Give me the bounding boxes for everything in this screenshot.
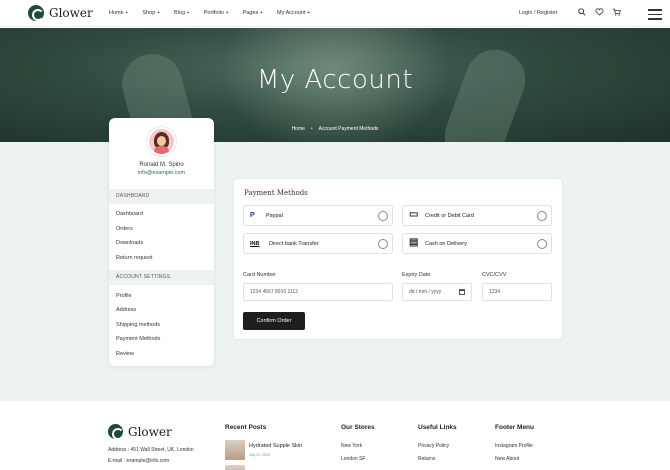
useful-links-heading: Useful Links: [418, 424, 457, 431]
footer-address: Address : 451 Wall Street, UK, London: [108, 447, 194, 453]
avatar: [147, 127, 176, 156]
sidebar-item-address[interactable]: Address: [116, 307, 136, 313]
card-radio[interactable]: [537, 211, 547, 221]
nav-home[interactable]: Home +: [109, 10, 128, 16]
bank-icon: INB: [250, 241, 260, 247]
bank-radio[interactable]: [378, 239, 388, 249]
our-stores-heading: Our Stores: [341, 424, 375, 431]
nav-shop[interactable]: Shop +: [142, 10, 160, 16]
sidebar-item-return-request[interactable]: Return request: [116, 255, 152, 261]
paypal-icon: P: [250, 212, 255, 219]
logo-icon: [28, 5, 44, 21]
sidebar-item-orders[interactable]: Orders: [116, 226, 133, 232]
breadcrumb: Home • Account Payment Methods: [291, 126, 379, 132]
expiry-date-field[interactable]: dd / mm / yyyy: [402, 283, 472, 301]
post-date: July 21, 2023: [249, 453, 270, 457]
payment-option-cash[interactable]: ▤ Cash on Delivery: [402, 233, 552, 254]
sidebar-item-payment-methods[interactable]: Payment Methods: [116, 336, 160, 342]
post-title[interactable]: Hydrated Supple Skin: [249, 443, 302, 449]
sidebar-item-profile[interactable]: Profile: [116, 293, 132, 299]
user-email[interactable]: info@example.com: [109, 170, 214, 176]
cvc-field[interactable]: 1234: [482, 283, 552, 301]
cash-radio[interactable]: [537, 239, 547, 249]
page-title: My Account: [256, 65, 414, 95]
payment-option-card[interactable]: ▭ Credit or Debit Card: [402, 205, 552, 226]
sidebar-item-review[interactable]: Review: [116, 351, 134, 357]
card-number-label: Card Number: [243, 272, 277, 278]
sidebar-item-shipping-methods[interactable]: Shipping methods: [116, 322, 160, 328]
main-nav: Home + Shop + Blog + Portfolio + Pages +…: [109, 10, 324, 16]
sidebar-item-dashboard[interactable]: Dashboard: [116, 211, 143, 217]
payment-option-paypal[interactable]: P Paypal: [243, 205, 393, 226]
nav-blog[interactable]: Blog +: [174, 10, 190, 16]
brand-logo[interactable]: Glower: [28, 5, 93, 21]
nav-pages[interactable]: Pages +: [243, 10, 263, 16]
expiry-date-label: Expiry Date: [402, 272, 431, 278]
card-number-field[interactable]: 1234 4567 8910 1112: [243, 283, 393, 301]
paypal-radio[interactable]: [378, 211, 388, 221]
account-sidebar: Ronald M. Spino info@example.com DASHBOA…: [109, 118, 214, 366]
dashboard-heading: DASHBOARD: [109, 189, 214, 204]
nav-my-account[interactable]: My Account +: [277, 10, 310, 16]
menu-icon[interactable]: [648, 9, 662, 23]
calendar-icon[interactable]: [459, 289, 465, 295]
cart-icon[interactable]: [611, 8, 621, 18]
footer-menu-heading: Footer Menu: [495, 424, 534, 431]
footer-email: E-mail : example@info.com: [108, 458, 170, 464]
breadcrumb-home[interactable]: Home: [292, 126, 305, 132]
site-header: Glower Home + Shop + Blog + Portfolio + …: [0, 0, 670, 27]
payment-option-bank[interactable]: INB Direct bank Transfer: [243, 233, 393, 254]
store-link[interactable]: New York: [341, 443, 362, 449]
site-footer: Glower Address : 451 Wall Street, UK, Lo…: [0, 401, 670, 470]
payment-methods-panel: Payment Methods P Paypal ▭ Credit or Deb…: [233, 178, 563, 340]
heart-icon[interactable]: [594, 8, 604, 18]
login-register-link[interactable]: Login / Register: [519, 10, 558, 16]
logo-icon: [108, 424, 124, 440]
store-link[interactable]: London SF: [341, 456, 365, 462]
confirm-order-button[interactable]: Confirm Order: [243, 312, 305, 330]
search-icon[interactable]: [577, 8, 587, 18]
privacy-policy-link[interactable]: Privacy Policy: [418, 443, 449, 449]
cash-icon: ▤: [409, 237, 419, 248]
recent-posts-heading: Recent Posts: [225, 424, 267, 431]
account-settings-heading: ACCOUNT SETTINGS: [109, 270, 214, 285]
nav-portfolio[interactable]: Portfolio +: [204, 10, 229, 16]
returns-link[interactable]: Returns: [418, 456, 436, 462]
payment-methods-title: Payment Methods: [244, 189, 308, 197]
user-name: Ronald M. Spino: [139, 162, 184, 168]
new-about-link[interactable]: New About: [495, 456, 519, 462]
post-thumbnail[interactable]: [225, 440, 245, 460]
sidebar-item-downloads[interactable]: Downloads: [116, 240, 143, 246]
instagram-profile-link[interactable]: Instagram Profile: [495, 443, 533, 449]
cvc-label: CVC/CVV: [482, 272, 507, 278]
brand-name: Glower: [49, 6, 93, 20]
credit-card-icon: ▭: [409, 209, 419, 220]
footer-logo[interactable]: Glower: [108, 424, 172, 440]
breadcrumb-current: Account Payment Methods: [318, 126, 379, 132]
post-thumbnail[interactable]: [225, 465, 245, 470]
hero-banner: My Account Home • Account Payment Methods: [0, 28, 670, 142]
